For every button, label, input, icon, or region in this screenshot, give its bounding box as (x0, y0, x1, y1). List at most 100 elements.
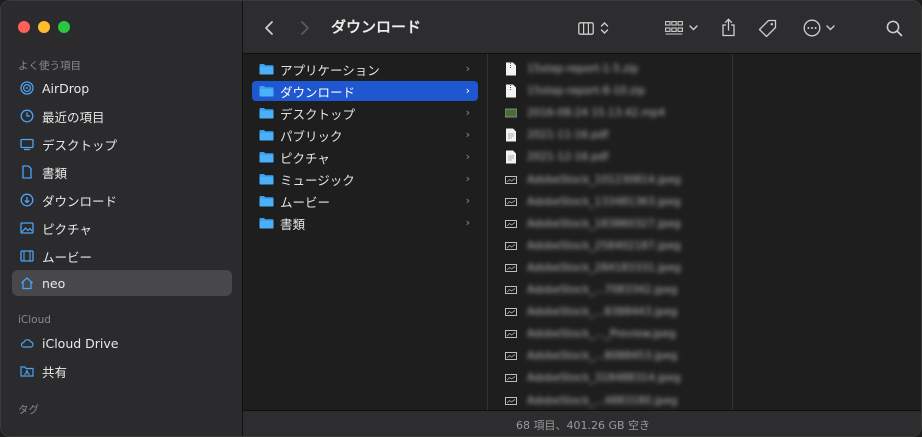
folder-row[interactable]: パブリック › (252, 125, 478, 145)
sidebar-item-recents[interactable]: 最近の項目 (12, 103, 232, 129)
columns-view-icon (577, 21, 594, 35)
ellipsis-circle-icon (803, 19, 821, 37)
file-row[interactable]: AdobeStock_183860327.jpeg (505, 215, 725, 233)
file-name: AdobeStock_..._Preview.jpeg (527, 328, 676, 341)
file-row[interactable]: 2016-08-24 15.13.42.mp4 (505, 104, 725, 122)
folder-row[interactable]: ダウンロード › (252, 81, 478, 101)
sidebar-item-label: 書類 (42, 165, 68, 181)
minimize-button[interactable] (38, 21, 50, 33)
finder-window: よく使う項目 AirDrop 最近の項目 デスクトップ 書類 ダウンロード ピク… (0, 0, 922, 437)
image-file-icon (505, 286, 517, 294)
folder-icon (259, 130, 274, 141)
folder-row[interactable]: アプリケーション › (252, 59, 478, 79)
sidebar-item-pictures[interactable]: ピクチャ (12, 215, 232, 241)
file-row[interactable]: AdobeStock_101230814.jpeg (505, 171, 725, 189)
file-row[interactable]: AdobeStock_...8388443.jpeg (505, 303, 725, 321)
sidebar-item-airdrop[interactable]: AirDrop (12, 75, 232, 101)
zoom-button[interactable] (58, 21, 70, 33)
file-row[interactable]: 2021-12-16.pdf (505, 148, 725, 166)
folder-label: ムービー (280, 194, 331, 210)
image-file-icon (505, 175, 517, 184)
back-button[interactable] (261, 18, 277, 38)
more-actions-button[interactable] (799, 16, 839, 40)
folder-label: アプリケーション (280, 62, 380, 78)
folder-label: 書類 (280, 216, 306, 232)
file-name: AdobeStock_318488314.jpeg (527, 372, 681, 385)
file-name: 15step-report-1-5.zip (527, 63, 639, 75)
folder-row[interactable]: ピクチャ › (252, 147, 478, 167)
file-row[interactable]: 2021-11-16.pdf (505, 126, 725, 144)
sidebar-item-movies[interactable]: ムービー (12, 243, 232, 269)
close-button[interactable] (18, 21, 30, 33)
sidebar-item-label: ダウンロード (42, 193, 118, 209)
chevron-right-icon: › (465, 150, 470, 163)
toolbar: ダウンロード (243, 1, 921, 54)
group-by-button[interactable] (661, 17, 701, 39)
column-browser: アプリケーション › ダウンロード › デスクトップ › パブリック › ピクチャ › ミュージック… (243, 54, 921, 410)
file-row[interactable]: AdobeStock_..._Preview.jpeg (505, 325, 725, 343)
folder-icon (259, 174, 274, 185)
sidebar-item-icloud-drive[interactable]: iCloud Drive (12, 330, 232, 356)
forward-button[interactable] (297, 18, 313, 38)
shared-folder-icon (20, 364, 34, 378)
window-title: ダウンロード (331, 18, 422, 36)
file-row[interactable]: 15step-report-8-10.zip (505, 82, 725, 100)
image-file-icon (505, 330, 517, 339)
file-row[interactable]: AdobeStock_318488314.jpeg (505, 369, 725, 387)
sidebar-item-documents[interactable]: 書類 (12, 159, 232, 185)
sidebar-item-downloads[interactable]: ダウンロード (12, 187, 232, 213)
file-row[interactable]: AdobeStock_284183331.jpeg (505, 259, 725, 277)
grid-icon (664, 21, 683, 35)
chevron-down-icon (826, 25, 835, 31)
file-name: AdobeStock_183860327.jpeg (527, 217, 681, 230)
file-name: 15step-report-8-10.zip (527, 85, 645, 98)
folder-row[interactable]: デスクトップ › (252, 103, 478, 123)
sidebar-item-label: デスクトップ (42, 137, 118, 153)
file-row[interactable]: AdobeStock_258402187.jpeg (505, 237, 725, 255)
file-row[interactable]: AdobeStock_133481363.jpeg (505, 193, 725, 211)
chevron-down-icon (688, 25, 698, 31)
file-row[interactable]: AdobeStock_...4883180.jpeg (505, 392, 725, 410)
pdf-file-icon (506, 150, 516, 164)
column-downloads: 15step-report-1-5.zip 15step-report-8-10.… (488, 54, 733, 410)
file-name: 2021-12-16.pdf (527, 151, 609, 164)
sidebar-item-label: iCloud Drive (42, 335, 119, 351)
sidebar: よく使う項目 AirDrop 最近の項目 デスクトップ 書類 ダウンロード ピク… (1, 1, 243, 436)
sidebar-item-label: AirDrop (42, 80, 90, 96)
image-file-icon (505, 197, 517, 206)
file-row[interactable]: AdobeStock_...7083342.jpeg (505, 281, 725, 299)
file-name: AdobeStock_...4883180.jpeg (527, 394, 678, 407)
file-name: AdobeStock_...7083342.jpeg (527, 284, 678, 296)
clock-icon (20, 109, 34, 123)
home-icon (20, 276, 34, 290)
file-row[interactable]: 15step-report-1-5.zip (505, 60, 725, 78)
status-bar: 68 項目、401.26 GB 空き (243, 410, 921, 436)
sidebar-item-shared[interactable]: 共有 (12, 358, 232, 384)
folder-row[interactable]: 書類 › (252, 213, 478, 233)
document-icon (20, 165, 34, 179)
sidebar-item-label: 最近の項目 (42, 109, 105, 125)
view-mode-button[interactable] (573, 17, 613, 39)
tags-button[interactable] (755, 16, 779, 40)
folder-row[interactable]: ミュージック › (252, 169, 478, 189)
chevron-updown-icon (600, 22, 608, 34)
folder-icon (259, 152, 274, 163)
folder-row[interactable]: ムービー › (252, 191, 478, 211)
column-home: アプリケーション › ダウンロード › デスクトップ › パブリック › ピクチャ › ミュージック… (243, 54, 488, 410)
folder-label: ピクチャ (280, 150, 330, 166)
sidebar-item-label: ムービー (42, 249, 93, 265)
image-file-icon (505, 308, 517, 317)
file-row[interactable]: AdobeStock_...8088453.jpeg (505, 347, 725, 365)
chevron-right-icon: › (465, 194, 470, 207)
desktop-icon (20, 137, 34, 151)
share-button[interactable] (717, 15, 739, 39)
image-file-icon (505, 219, 517, 228)
photo-icon (20, 221, 34, 235)
image-file-icon (505, 374, 517, 383)
chevron-right-icon: › (465, 106, 470, 119)
image-file-icon (505, 263, 517, 272)
favorites-section-title: よく使う項目 (18, 60, 81, 72)
sidebar-item-desktop[interactable]: デスクトップ (12, 131, 232, 157)
sidebar-item-home[interactable]: neo (12, 270, 232, 296)
search-button[interactable] (883, 17, 905, 39)
